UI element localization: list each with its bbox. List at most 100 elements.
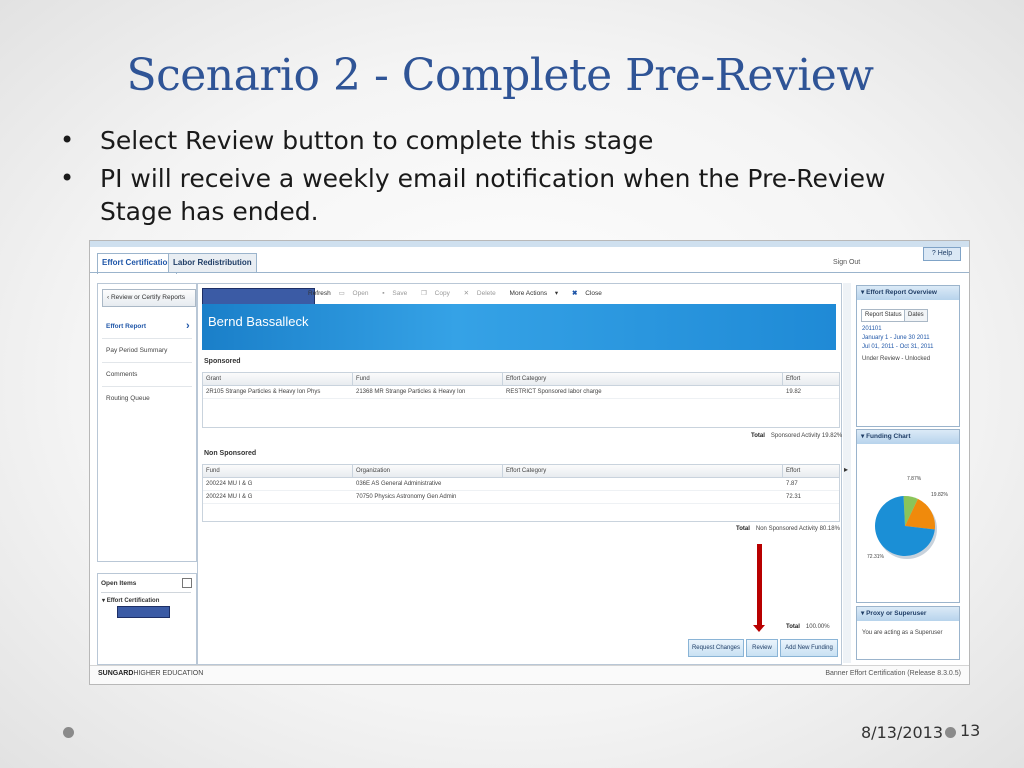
funding-pie-chart <box>875 496 937 559</box>
sponsored-heading: Sponsored <box>204 358 241 365</box>
bullet-list: Select Review button to complete this st… <box>60 124 920 233</box>
employee-name: Bernd Bassalleck <box>208 314 309 329</box>
table-cell: 2R105 Strange Particles & Heavy Ion Phys <box>206 389 321 395</box>
column-header: Effort Category <box>506 376 547 382</box>
pane-splitter[interactable]: ▸ <box>843 283 851 663</box>
bullet-item: Select Review button to complete this st… <box>60 124 920 157</box>
close-icon: ✖ <box>572 290 580 297</box>
save-button[interactable]: ▪ Save <box>382 290 413 297</box>
tab-report-status[interactable]: Report Status <box>861 309 906 322</box>
copy-button[interactable]: ❐ Copy <box>421 290 456 297</box>
column-header: Organization <box>356 468 391 474</box>
help-button[interactable]: ? Help <box>923 247 961 261</box>
folder-icon: ▭ <box>338 290 347 297</box>
proxy-text: You are acting as a Superuser <box>862 630 943 636</box>
nav-item-effort-report[interactable]: Effort Report <box>106 323 146 330</box>
overview-header: ▾ Effort Report Overview <box>857 286 959 300</box>
proxy-panel: ▾ Proxy or Superuser You are acting as a… <box>856 606 960 660</box>
table-cell: 200224 MU I & G <box>206 481 253 487</box>
column-header: Effort Category <box>506 468 547 474</box>
employee-banner: Bernd Bassalleck <box>202 304 836 350</box>
delete-button[interactable]: ✕ Delete <box>464 290 502 297</box>
table-cell: 19.82 <box>786 389 802 395</box>
overview-line: Jul 01, 2011 - Oct 31, 2011 <box>862 344 934 350</box>
back-to-reports-button[interactable]: ‹ Review or Certify Reports <box>102 289 196 307</box>
bullet-item: PI will receive a weekly email notificat… <box>60 162 920 228</box>
table-row[interactable]: 200224 MU I & G 70750 Physics Astronomy … <box>203 491 839 504</box>
sponsored-total: Total Sponsored Activity 19.82% <box>751 433 843 439</box>
slide-date: 8/13/2013 <box>861 723 944 742</box>
signout-link[interactable]: Sign Out <box>833 259 860 266</box>
non-sponsored-table: Fund Organization Effort Category Effort… <box>202 464 840 522</box>
add-new-funding-button[interactable]: Add New Funding <box>780 639 838 657</box>
app-screenshot: Effort Certification Labor Redistributio… <box>89 240 970 685</box>
tab-divider <box>90 272 969 273</box>
app-topbar <box>90 241 969 247</box>
nav-item-routing-queue[interactable]: Routing Queue <box>106 395 150 402</box>
table-cell: 21368 MR Strange Particles & Heavy Ion <box>356 389 466 395</box>
left-nav-pane: ‹ Review or Certify Reports Effort Repor… <box>97 283 197 562</box>
red-arrow-annotation <box>753 544 765 632</box>
collapse-icon[interactable] <box>182 578 192 588</box>
nav-divider <box>102 362 192 363</box>
table-cell: 70750 Physics Astronomy Gen Admin <box>356 494 457 500</box>
redacted-item[interactable] <box>117 606 170 618</box>
decorative-dot <box>63 727 74 738</box>
sungard-logo: SUNGARDHIGHER EDUCATION <box>98 670 204 677</box>
tab-effort-certification[interactable]: Effort Certification <box>97 253 178 274</box>
nav-item-pay-period-summary[interactable]: Pay Period Summary <box>106 347 167 354</box>
funding-chart-panel: ▾ Funding Chart 7.87% 19.82% 72.31% <box>856 429 960 603</box>
tab-dates[interactable]: Dates <box>904 309 928 322</box>
overview-line: Under Review - Unlocked <box>862 356 931 362</box>
table-cell: 7.87 <box>786 481 798 487</box>
table-row[interactable]: 2R105 Strange Particles & Heavy Ion Phys… <box>203 386 839 399</box>
triangle-right-icon: ▸ <box>844 465 849 474</box>
table-cell: 036E AS General Administrative <box>356 481 442 487</box>
copy-icon: ❐ <box>421 290 429 297</box>
tab-labor-redistribution[interactable]: Labor Redistribution <box>168 253 257 272</box>
pie-label: 19.82% <box>931 492 948 498</box>
table-cell: 72.31 <box>786 494 802 500</box>
funding-chart-header: ▾ Funding Chart <box>857 430 959 444</box>
chevron-right-icon: › <box>186 320 190 332</box>
table-header: Grant Fund Effort Category Effort <box>203 373 839 386</box>
column-header: Grant <box>206 376 222 382</box>
triangle-down-icon: ▾ <box>553 290 559 297</box>
delete-icon: ✕ <box>463 290 471 297</box>
open-items-title: Open Items <box>101 580 137 587</box>
open-items-pane: Open Items ▾ Effort Certification <box>97 573 197 665</box>
effort-report-overview-panel: ▾ Effort Report Overview Report Status D… <box>856 285 960 427</box>
decorative-dot <box>945 727 956 738</box>
table-cell: RESTRICT Sponsored labor charge <box>506 389 602 395</box>
close-button[interactable]: ✖ Close <box>572 290 608 297</box>
review-button[interactable]: Review <box>746 639 778 657</box>
refresh-button[interactable]: Refresh <box>308 290 331 297</box>
table-row[interactable]: 200224 MU I & G 036E AS General Administ… <box>203 478 839 491</box>
disk-icon: ▪ <box>382 290 387 297</box>
nav-divider <box>102 338 192 339</box>
more-actions-button[interactable]: More Actions ▾ <box>510 290 565 297</box>
app-footer: SUNGARDHIGHER EDUCATION Banner Effort Ce… <box>90 665 969 684</box>
release-info: Banner Effort Certification (Release 8.3… <box>825 670 961 677</box>
column-header: Fund <box>356 376 370 382</box>
pie-label: 72.31% <box>867 554 884 560</box>
column-header: Fund <box>206 468 220 474</box>
slide-page-number: 13 <box>960 721 981 740</box>
overview-line: 201101 <box>862 326 882 332</box>
main-content-pane: Refresh ▭ Open ▪ Save ❐ Copy ✕ Delete Mo… <box>197 283 842 665</box>
nav-divider <box>102 386 192 387</box>
toolbar: Refresh ▭ Open ▪ Save ❐ Copy ✕ Delete Mo… <box>308 289 614 297</box>
non-sponsored-heading: Non Sponsored <box>204 450 257 457</box>
overview-line: January 1 - June 30 2011 <box>862 335 930 341</box>
slide-title: Scenario 2 - Complete Pre-Review <box>126 50 874 101</box>
table-header: Fund Organization Effort Category Effort <box>203 465 839 478</box>
open-items-group[interactable]: ▾ Effort Certification <box>102 597 159 604</box>
column-header: Effort <box>786 376 801 382</box>
non-sponsored-total: Total Non Sponsored Activity 80.18% <box>736 526 840 532</box>
request-changes-button[interactable]: Request Changes <box>688 639 744 657</box>
sponsored-table: Grant Fund Effort Category Effort 2R105 … <box>202 372 840 428</box>
open-button[interactable]: ▭ Open <box>339 290 375 297</box>
nav-item-comments[interactable]: Comments <box>106 371 137 378</box>
column-header: Effort <box>786 468 801 474</box>
back-button-label: Review or Certify Reports <box>110 294 186 301</box>
